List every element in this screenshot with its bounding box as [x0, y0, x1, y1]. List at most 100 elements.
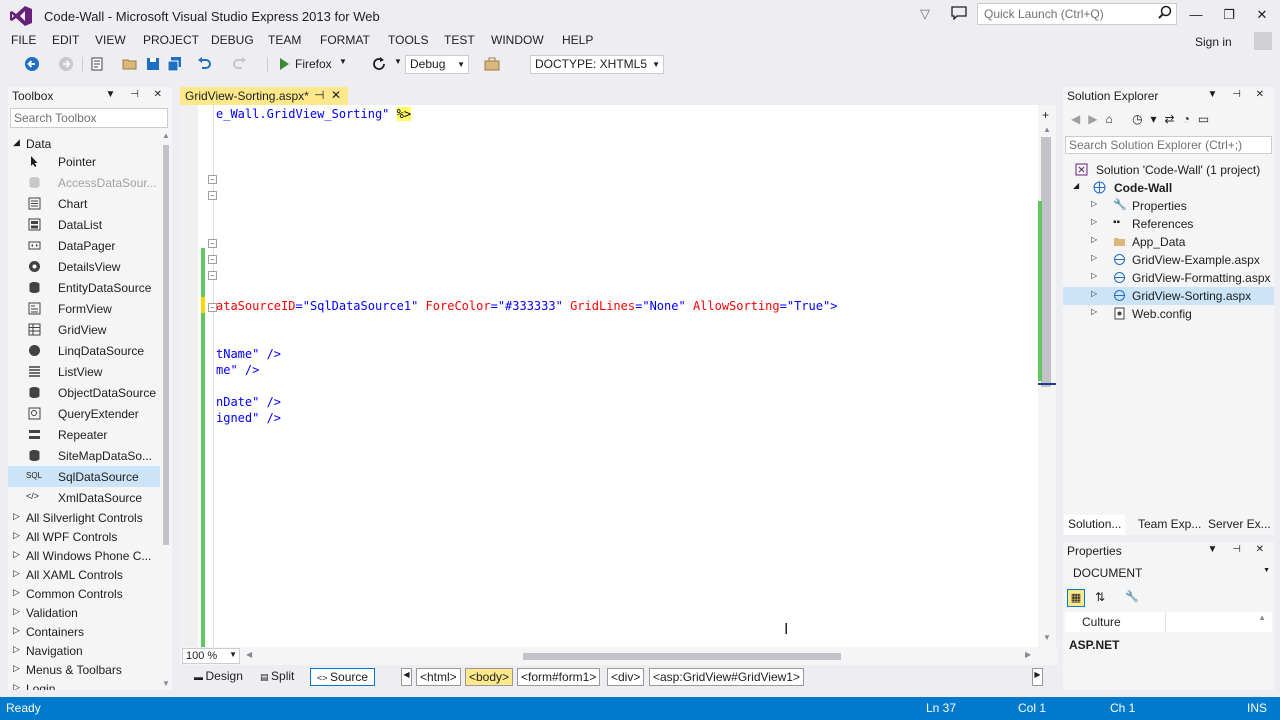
tab-server-explorer[interactable]: Server Ex...: [1204, 515, 1275, 535]
solution-configuration-select[interactable]: Debug ▼: [405, 55, 469, 74]
menu-debug[interactable]: DEBUG: [211, 33, 254, 47]
collapse-icon[interactable]: −: [208, 175, 217, 184]
view-split-button[interactable]: ▤ Split: [254, 668, 300, 686]
scroll-up-icon[interactable]: ▲: [162, 131, 170, 140]
view-source-button[interactable]: <> Source: [310, 668, 376, 686]
menu-test[interactable]: TEST: [444, 33, 475, 47]
collapse-icon[interactable]: −: [208, 191, 217, 200]
panel-buttons[interactable]: ▼ ⊣ ✕: [1207, 89, 1270, 100]
properties-object-select[interactable]: DOCUMENT ▼: [1065, 565, 1272, 583]
toolbox-item-sitemapdatasource[interactable]: SiteMapDataSo...: [8, 445, 160, 466]
pin-icon[interactable]: ⊣: [314, 88, 324, 102]
doctype-select[interactable]: DOCTYPE: XHTML5 ▼: [530, 55, 664, 74]
search-icon[interactable]: [1158, 5, 1172, 19]
breadcrumb-body[interactable]: <body>: [465, 668, 514, 686]
scroll-down-icon[interactable]: ▼: [1043, 633, 1051, 642]
toolbox-item-repeater[interactable]: Repeater: [8, 424, 160, 445]
menu-edit[interactable]: EDIT: [52, 33, 79, 47]
menu-team[interactable]: TEAM: [268, 33, 301, 47]
solution-explorer-toolbar[interactable]: ◀▶⌂ ◷▾⇄◔▭: [1071, 112, 1217, 126]
toolbox-group-menus-toolbars[interactable]: ▷ Menus & Toolbars: [8, 660, 160, 679]
open-file-icon[interactable]: [122, 56, 138, 72]
toolbox-group-xaml[interactable]: ▷ All XAML Controls: [8, 565, 160, 584]
se-item-gridview-sorting[interactable]: ▷ GridView-Sorting.aspx: [1063, 287, 1274, 305]
toolbox-item-pointer[interactable]: Pointer: [8, 151, 160, 172]
menu-file[interactable]: FILE: [11, 33, 36, 47]
toolbox-group-containers[interactable]: ▷ Containers: [8, 622, 160, 641]
toolbox-group-silverlight[interactable]: ▷ All Silverlight Controls: [8, 508, 160, 527]
toolbox-item-queryextender[interactable]: QueryExtender: [8, 403, 160, 424]
scroll-thumb[interactable]: [163, 145, 169, 545]
categorized-icon[interactable]: ▦: [1067, 589, 1085, 607]
toolbox-item-sqldatasource[interactable]: SQL SqlDataSource: [8, 466, 160, 487]
quick-launch-input[interactable]: Quick Launch (Ctrl+Q): [977, 3, 1177, 25]
toolbox-group-navigation[interactable]: ▷ Navigation: [8, 641, 160, 660]
editor-vertical-scrollbar[interactable]: + ▲ ▼: [1038, 105, 1056, 647]
menu-project[interactable]: PROJECT: [143, 33, 199, 47]
toolbox-group-wpf[interactable]: ▷ All WPF Controls: [8, 527, 160, 546]
breadcrumb-div[interactable]: <div>: [607, 668, 645, 686]
solution-node[interactable]: Solution 'Code-Wall' (1 project): [1071, 161, 1271, 179]
toolbox-scrollbar[interactable]: ▲ ▼: [162, 131, 170, 691]
navigate-back-icon[interactable]: [24, 56, 40, 72]
toolbox-item-xmldatasource[interactable]: </> XmlDataSource: [8, 487, 160, 508]
sign-in-link[interactable]: Sign in: [1195, 35, 1232, 49]
browser-dropdown-icon[interactable]: ▼: [339, 57, 347, 66]
refresh-icon[interactable]: [371, 56, 387, 72]
toolbox-item-datapager[interactable]: DataPager: [8, 235, 160, 256]
refresh-dropdown-icon[interactable]: ▼: [394, 57, 402, 66]
panel-buttons[interactable]: ▼ ⊣ ✕: [1207, 544, 1270, 555]
scroll-down-icon[interactable]: ▼: [162, 679, 170, 688]
property-pages-icon[interactable]: 🔧: [1123, 589, 1141, 607]
navigate-forward-icon[interactable]: [58, 56, 74, 72]
scroll-thumb[interactable]: [1041, 137, 1051, 387]
document-tab-gridview-sorting[interactable]: GridView-Sorting.aspx* ⊣ ✕: [180, 87, 348, 105]
toolbox-item-objectdatasource[interactable]: ObjectDataSource: [8, 382, 160, 403]
toolbox-item-formview[interactable]: FormView: [8, 298, 160, 319]
menu-view[interactable]: VIEW: [95, 33, 126, 47]
notification-filter-icon[interactable]: ▽: [920, 6, 934, 22]
minimize-button[interactable]: —: [1183, 4, 1209, 26]
breadcrumb-back-icon[interactable]: ◀: [401, 668, 412, 686]
scroll-right-icon[interactable]: ▶: [1025, 650, 1031, 659]
collapse-icon[interactable]: −: [208, 271, 217, 280]
property-row-culture[interactable]: Culture ▲: [1065, 612, 1272, 632]
redo-icon[interactable]: [232, 56, 248, 72]
alphabetical-sort-icon[interactable]: ⇅: [1091, 589, 1109, 607]
toolbox-item-detailsview[interactable]: DetailsView: [8, 256, 160, 277]
scroll-left-icon[interactable]: ◀: [246, 650, 252, 659]
split-editor-icon[interactable]: +: [1042, 108, 1049, 122]
toolbox-group-login[interactable]: ▷ Login: [8, 679, 160, 690]
new-project-icon[interactable]: [89, 56, 105, 72]
feedback-icon[interactable]: [951, 6, 967, 20]
breadcrumb-html[interactable]: <html>: [416, 668, 461, 686]
start-debugging-icon[interactable]: [276, 56, 292, 72]
toolbox-group-validation[interactable]: ▷ Validation: [8, 603, 160, 622]
breadcrumb-gridview[interactable]: <asp:GridView#GridView1>: [649, 668, 804, 686]
zoom-select[interactable]: 100 % ▼: [182, 648, 240, 664]
toolbox-item-listview[interactable]: ListView: [8, 361, 160, 382]
tab-team-explorer[interactable]: Team Exp...: [1134, 515, 1205, 535]
browser-label[interactable]: Firefox: [295, 57, 332, 71]
panel-buttons[interactable]: ▼ ⊣ ✕: [105, 89, 168, 100]
toolbox-item-gridview[interactable]: GridView: [8, 319, 160, 340]
se-item-properties[interactable]: ▷ 🔧 Properties: [1071, 197, 1271, 215]
toolbox-toggle-icon[interactable]: [484, 56, 500, 72]
scroll-up-icon[interactable]: ▲: [1043, 125, 1051, 134]
toolbox-item-linqdatasource[interactable]: LinqDataSource: [8, 340, 160, 361]
close-window-button[interactable]: ✕: [1249, 4, 1275, 26]
project-node[interactable]: ◢ Code-Wall: [1071, 179, 1271, 197]
toolbox-item-chart[interactable]: Chart: [8, 193, 160, 214]
toolbox-group-common-controls[interactable]: ▷ Common Controls: [8, 584, 160, 603]
toolbox-item-entitydatasource[interactable]: EntityDataSource: [8, 277, 160, 298]
menu-tools[interactable]: TOOLS: [388, 33, 428, 47]
toolbox-item-accessdatasource[interactable]: AccessDataSour...: [8, 172, 160, 193]
collapse-icon[interactable]: −: [208, 239, 217, 248]
breadcrumb-forward-icon[interactable]: ▶: [1032, 668, 1043, 686]
menu-window[interactable]: WINDOW: [491, 33, 544, 47]
menu-format[interactable]: FORMAT: [320, 33, 370, 47]
se-item-gridview-example[interactable]: ▷ GridView-Example.aspx: [1071, 251, 1271, 269]
menu-help[interactable]: HELP: [562, 33, 593, 47]
se-item-app-data[interactable]: ▷ App_Data: [1071, 233, 1271, 251]
close-tab-icon[interactable]: ✕: [331, 88, 341, 102]
